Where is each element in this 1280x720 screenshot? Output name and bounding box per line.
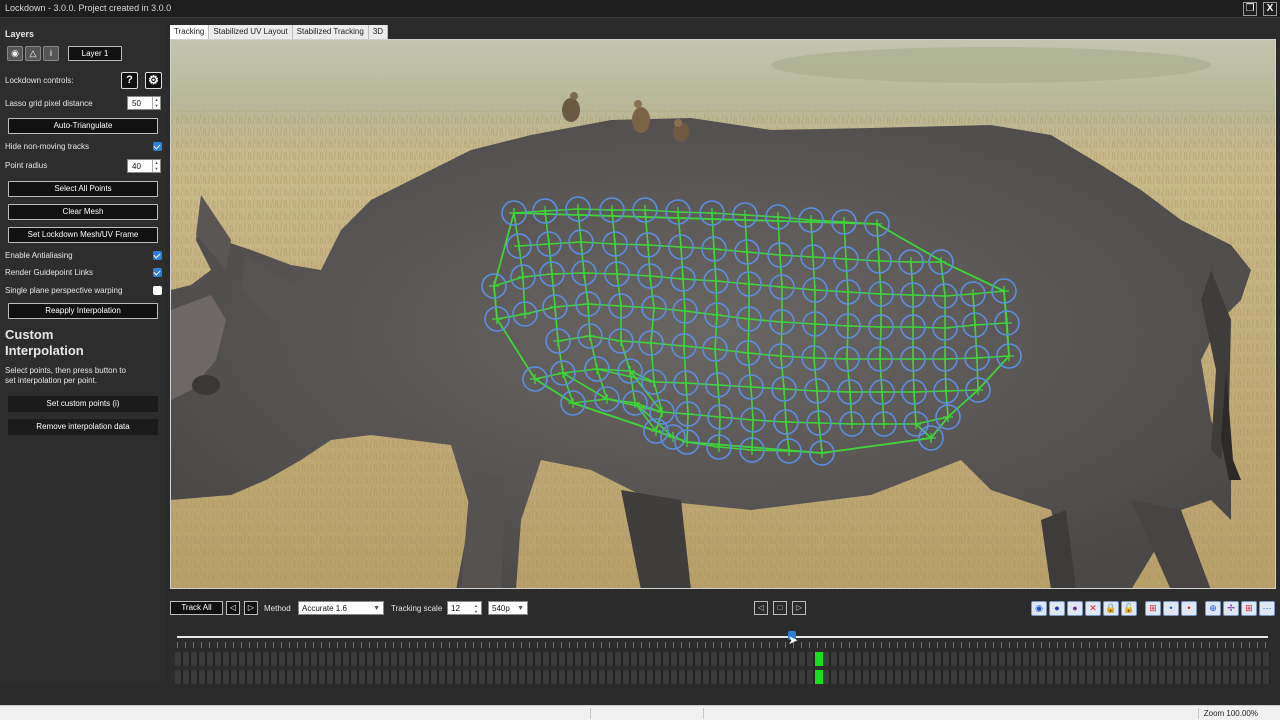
mesh-link (577, 208, 613, 211)
spinner-arrows-icon[interactable]: ▲ ▼ (474, 603, 478, 615)
set-custom-points-button[interactable]: Set custom points (i) (8, 396, 158, 412)
mesh-link (683, 310, 686, 347)
chevron-down-icon: ▼ (373, 605, 380, 612)
tracking-scale-label: Tracking scale (391, 604, 443, 613)
track-all-button[interactable]: Track All (170, 601, 223, 615)
zoom-fit-icon[interactable]: ⊕ (1205, 601, 1221, 616)
layers-heading: Layers (5, 29, 35, 39)
spinner-arrows-icon[interactable]: ▲ ▼ (152, 160, 160, 172)
point-radius-label: Point radius (5, 161, 48, 170)
hide-tracks-checkbox[interactable] (153, 142, 162, 151)
viewport-canvas[interactable] (171, 40, 1276, 589)
auto-triangulate-button[interactable]: Auto-Triangulate (8, 118, 158, 134)
close-button[interactable]: X (1263, 2, 1277, 16)
guidepoint-checkbox[interactable] (153, 268, 162, 277)
layer-button[interactable]: Layer 1 (68, 46, 122, 61)
lasso-value: 50 (132, 99, 141, 108)
reapply-interpolation-button[interactable]: Reapply Interpolation (8, 303, 158, 319)
status-bar: Zoom 100.00% (0, 705, 1280, 720)
keyframe-marker[interactable] (815, 652, 823, 666)
track-backward-icon[interactable]: ◁ (226, 601, 240, 615)
resolution-value: 540p (492, 604, 510, 613)
point-radius-input[interactable]: 40 ▲ ▼ (127, 159, 161, 173)
tab-stabilized-tracking[interactable]: Stabilized Tracking (292, 25, 369, 39)
tab-3d[interactable]: 3D (368, 25, 389, 39)
zoom-out-icon[interactable]: ⊞ (1241, 601, 1257, 616)
mesh-link (747, 318, 750, 354)
antialiasing-label: Enable Antialiasing (5, 251, 73, 260)
tracking-viewport[interactable] (170, 39, 1276, 589)
unlock-icon[interactable]: 🔓 (1121, 601, 1137, 616)
method-label: Method (264, 604, 291, 613)
tracking-scale-value: 12 (451, 604, 460, 613)
mesh-link (813, 323, 816, 359)
zoom-status: Zoom 100.00% (1203, 709, 1258, 718)
hide-tracks-label: Hide non-moving tracks (5, 142, 90, 151)
step-back-icon[interactable]: ◁ (754, 601, 768, 615)
point-tool-icon[interactable]: ◉ (1031, 601, 1047, 616)
method-value: Accurate 1.6 (302, 604, 347, 613)
tracking-scale-input[interactable]: 12 ▲ ▼ (447, 601, 482, 615)
help-button[interactable]: ? (121, 72, 138, 89)
lock-icon[interactable]: 🔒 (1103, 601, 1119, 616)
info-icon[interactable]: i (43, 46, 59, 61)
custom-interp-heading: Custom Interpolation (5, 327, 84, 358)
single-plane-label: Single plane perspective warping (5, 286, 123, 295)
left-panel: Layers ◉ △ i Layer 1 Lockdown controls: … (0, 22, 166, 682)
point-radius-value: 40 (132, 162, 141, 171)
delete-point-icon[interactable]: ✕ (1085, 601, 1101, 616)
tab-stabilized-uv-layout[interactable]: Stabilized UV Layout (209, 25, 293, 39)
custom-interp-hint: Select points, then press button to set … (5, 366, 126, 385)
timeline-ticks (177, 642, 1268, 648)
stop-icon[interactable]: □ (773, 601, 787, 615)
status-separator (703, 708, 704, 719)
move-point-icon[interactable]: ● (1067, 601, 1083, 616)
select-region-icon[interactable]: ⊞ (1145, 601, 1161, 616)
method-select[interactable]: Accurate 1.6 ▼ (298, 601, 384, 615)
mesh-link (715, 280, 718, 316)
spinner-arrows-icon[interactable]: ▲ ▼ (152, 97, 160, 109)
mouse-cursor-icon: ➤ (788, 633, 799, 647)
lockdown-controls-label: Lockdown controls: (5, 76, 74, 85)
antialiasing-checkbox[interactable] (153, 251, 162, 260)
view-tabs: Tracking Stabilized UV Layout Stabilized… (170, 25, 389, 39)
zoom-in-icon[interactable]: ✢ (1223, 601, 1239, 616)
status-separator (590, 708, 591, 719)
frame-row-1[interactable] (175, 652, 1270, 666)
restore-icon[interactable]: ❐ (1243, 2, 1257, 16)
status-separator (1198, 708, 1199, 719)
single-plane-checkbox[interactable] (153, 286, 162, 295)
frame-row-2[interactable] (175, 670, 1270, 684)
mesh-link (677, 211, 713, 214)
window-title: Lockdown - 3.0.0. Project created in 3.0… (5, 3, 172, 13)
title-bar: Lockdown - 3.0.0. Project created in 3.0… (0, 0, 1280, 18)
app-window: Lockdown - 3.0.0. Project created in 3.0… (0, 0, 1280, 720)
add-point-icon[interactable]: ● (1049, 601, 1065, 616)
lasso-label: Lasso grid pixel distance (5, 99, 93, 108)
more-options-icon[interactable]: ⋯ (1259, 601, 1275, 616)
lasso-input[interactable]: 50 ▲ ▼ (127, 96, 161, 110)
guidepoint-label: Render Guidepoint Links (5, 268, 94, 277)
eye-icon[interactable]: ◉ (7, 46, 23, 61)
tab-tracking[interactable]: Tracking (170, 25, 210, 39)
clear-mesh-button[interactable]: Clear Mesh (8, 204, 158, 220)
timeline-slider[interactable] (177, 636, 1268, 638)
mesh-link (780, 321, 783, 357)
gear-icon[interactable]: ⚙ (145, 72, 162, 89)
track-forward-icon[interactable]: ▷ (244, 601, 258, 615)
select-all-button[interactable]: Select All Points (8, 181, 158, 197)
set-lockdown-button[interactable]: Set Lockdown Mesh/UV Frame (8, 227, 158, 243)
distant-bushes (771, 47, 1211, 83)
resolution-select[interactable]: 540p ▼ (488, 601, 528, 615)
select-point-icon[interactable]: • (1163, 601, 1179, 616)
triangle-icon[interactable]: △ (25, 46, 41, 61)
keyframe-marker[interactable] (815, 670, 823, 684)
deselect-point-icon[interactable]: • (1181, 601, 1197, 616)
step-forward-icon[interactable]: ▷ (792, 601, 806, 615)
chevron-down-icon: ▼ (517, 605, 524, 612)
remove-interpolation-button[interactable]: Remove interpolation data (8, 419, 158, 435)
